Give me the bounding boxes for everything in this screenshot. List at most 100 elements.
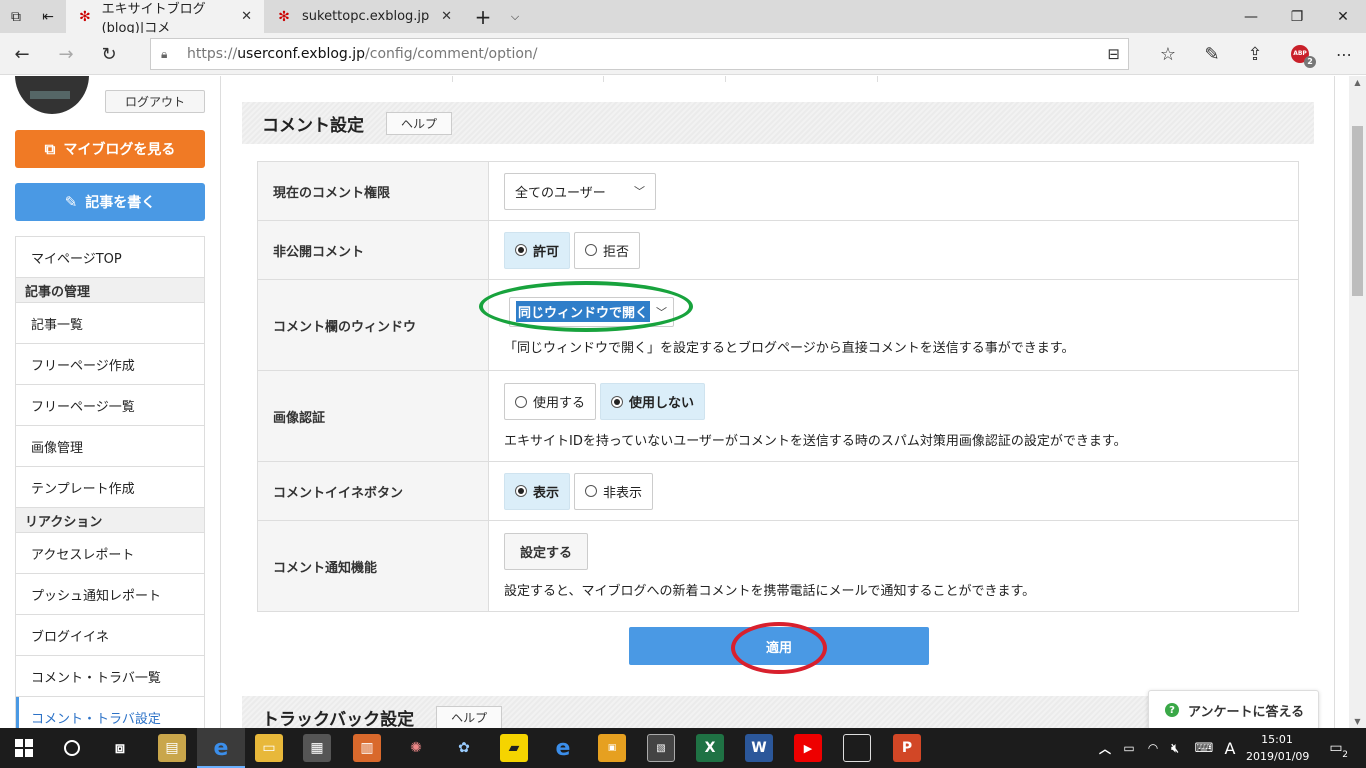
sidebar-item[interactable]: マイページTOP bbox=[16, 237, 204, 278]
search-icon[interactable] bbox=[58, 734, 86, 762]
tab-title: エキサイトブログ (blog)|コメ bbox=[101, 1, 206, 36]
window-icon[interactable] bbox=[843, 734, 871, 762]
scrollbar-thumb[interactable] bbox=[1352, 126, 1363, 296]
forward-icon[interactable]: → bbox=[50, 38, 82, 70]
row-label: 現在のコメント権限 bbox=[258, 162, 489, 220]
sidebar-menu: マイページTOP 記事の管理 記事一覧 フリーページ作成 フリーページ一覧 画像管理 テンプ… bbox=[15, 236, 205, 728]
back-icon[interactable]: ← bbox=[6, 38, 38, 70]
reading-view-icon[interactable]: ⊟ bbox=[1107, 45, 1120, 63]
tabs-aside-icon[interactable]: ⇤ bbox=[32, 0, 64, 33]
file-explorer-icon[interactable]: ▭ bbox=[255, 734, 283, 762]
store-icon[interactable]: ▦ bbox=[303, 734, 331, 762]
app-icon[interactable]: ▧ bbox=[647, 734, 675, 762]
select-value: 全てのユーザー bbox=[515, 185, 606, 201]
radio-label: 拒否 bbox=[603, 244, 630, 260]
tray-chevron-up-icon[interactable]: ︿ bbox=[1096, 734, 1114, 762]
page-scrollbar[interactable]: ▲ ▼ bbox=[1349, 76, 1366, 728]
close-tab-icon[interactable]: ✕ bbox=[241, 9, 252, 24]
powerpoint-icon[interactable]: P bbox=[893, 734, 921, 762]
comment-settings-header: コメント設定 ヘルプ bbox=[242, 102, 1314, 144]
refresh-icon[interactable]: ↻ bbox=[93, 38, 125, 70]
row-label: コメント通知機能 bbox=[258, 521, 489, 611]
minimize-icon[interactable]: — bbox=[1228, 0, 1274, 33]
row-comment-notification: コメント通知機能 設定する 設定すると、マイブログへの新着コメントを携帯電話にメ… bbox=[258, 521, 1298, 611]
edge-browser-icon[interactable]: e bbox=[207, 734, 235, 762]
battery-icon[interactable]: ▭ bbox=[1120, 734, 1138, 762]
sticky-notes-icon[interactable]: ▰ bbox=[500, 734, 528, 762]
notification-hint: 設定すると、マイブログへの新着コメントを携帯電話にメールで通知することができます… bbox=[504, 584, 1036, 599]
sidebar-item[interactable]: コメント・トラバ一覧 bbox=[16, 656, 204, 697]
sidebar-item[interactable]: フリーページ作成 bbox=[16, 344, 204, 385]
sidebar-item[interactable]: ブログイイネ bbox=[16, 615, 204, 656]
private-comment-radio-group: 許可 拒否 bbox=[504, 231, 1283, 269]
sidebar-item[interactable]: プッシュ通知レポート bbox=[16, 574, 204, 615]
wifi-icon[interactable]: ◠ bbox=[1144, 734, 1162, 762]
row-label: 非公開コメント bbox=[258, 221, 489, 279]
pen-icon[interactable]: ✎ bbox=[1196, 38, 1228, 70]
sidebar-item[interactable]: 記事一覧 bbox=[16, 303, 204, 344]
sidebar-item[interactable]: フリーページ一覧 bbox=[16, 385, 204, 426]
address-bar[interactable]: 🔒︎ https://userconf.exblog.jp/config/com… bbox=[150, 38, 1129, 70]
logout-button[interactable]: ログアウト bbox=[105, 90, 205, 113]
keyboard-icon[interactable]: ⌨ bbox=[1192, 734, 1216, 762]
app-icon[interactable]: ▤ bbox=[158, 734, 186, 762]
tab-preview-icon[interactable]: ⧉ bbox=[0, 0, 32, 33]
more-menu-icon[interactable]: ⋯ bbox=[1328, 38, 1360, 70]
adblock-icon[interactable]: ABP 2 bbox=[1284, 38, 1316, 70]
favorites-icon[interactable]: ☆ bbox=[1152, 38, 1184, 70]
radio-use[interactable]: 使用する bbox=[504, 383, 597, 420]
row-image-captcha: 画像認証 使用する 使用しない エキサイトIDを持っていないユーザーがコメントを… bbox=[258, 371, 1298, 462]
tab-sukettopc[interactable]: ✻ sukettopc.exblog.jp ✕ bbox=[264, 0, 464, 33]
sidebar-item[interactable]: テンプレート作成 bbox=[16, 467, 204, 508]
app-icon[interactable]: ▥ bbox=[353, 734, 381, 762]
sidebar-item[interactable]: アクセスレポート bbox=[16, 533, 204, 574]
radio-dot-icon bbox=[611, 395, 624, 408]
task-view-icon[interactable]: ⧈ bbox=[106, 734, 134, 762]
app-icon[interactable]: ▣ bbox=[598, 734, 626, 762]
youtube-icon[interactable]: ▶ bbox=[794, 734, 822, 762]
lock-icon: 🔒︎ bbox=[161, 46, 168, 61]
notification-center-icon[interactable]: ▭ 2 bbox=[1322, 734, 1350, 762]
internet-explorer-icon[interactable]: e bbox=[549, 734, 577, 762]
radio-allow[interactable]: 許可 bbox=[504, 231, 571, 269]
new-tab-icon[interactable]: + bbox=[466, 0, 500, 33]
paint-icon[interactable]: ✺ bbox=[402, 734, 430, 762]
paint-3d-icon[interactable]: ✿ bbox=[450, 734, 478, 762]
notification-settings-button[interactable]: 設定する bbox=[504, 533, 589, 570]
help-button[interactable]: ヘルプ bbox=[436, 705, 503, 728]
external-link-icon: ⧉ bbox=[44, 140, 56, 158]
scroll-down-icon[interactable]: ▼ bbox=[1349, 717, 1366, 726]
restore-icon[interactable]: ❐ bbox=[1274, 0, 1320, 33]
radio-hide[interactable]: 非表示 bbox=[574, 472, 654, 510]
windows-start-icon[interactable] bbox=[10, 734, 38, 762]
tab-stub bbox=[221, 76, 453, 82]
sidebar-item[interactable]: 画像管理 bbox=[16, 426, 204, 467]
tab-exblog-settings[interactable]: ✻ エキサイトブログ (blog)|コメ ✕ bbox=[66, 0, 264, 36]
excel-icon[interactable]: X bbox=[696, 734, 724, 762]
sidebar-item[interactable]: コメント・トラバ設定 bbox=[16, 697, 204, 728]
close-window-icon[interactable]: ✕ bbox=[1320, 0, 1366, 33]
clock[interactable]: 15:01 2019/01/09 bbox=[1246, 731, 1309, 765]
comment-window-select[interactable]: 同じウィンドウで開く ﹀ bbox=[509, 296, 674, 327]
word-icon[interactable]: W bbox=[745, 734, 773, 762]
scroll-up-icon[interactable]: ▲ bbox=[1349, 78, 1366, 87]
survey-button[interactable]: ? アンケートに答える bbox=[1148, 690, 1319, 728]
row-label: コメント欄のウィンドウ bbox=[258, 280, 489, 370]
radio-label: 表示 bbox=[533, 485, 560, 501]
ime-indicator[interactable]: A bbox=[1220, 734, 1240, 762]
section-title: コメント設定 bbox=[262, 115, 364, 136]
close-tab-icon[interactable]: ✕ bbox=[441, 9, 452, 24]
mute-icon[interactable]: 🔇︎ bbox=[1166, 734, 1184, 762]
share-icon[interactable]: ⇪ bbox=[1239, 38, 1271, 70]
radio-show[interactable]: 表示 bbox=[504, 472, 571, 510]
apply-button[interactable]: 適用 bbox=[629, 627, 929, 665]
view-my-blog-button[interactable]: ⧉ マイブログを見る bbox=[15, 130, 205, 168]
radio-deny[interactable]: 拒否 bbox=[574, 231, 641, 269]
write-post-button[interactable]: ✎ 記事を書く bbox=[15, 183, 205, 221]
row-label: コメントイイネボタン bbox=[258, 462, 489, 520]
comment-permission-select[interactable]: 全てのユーザー ﹀ bbox=[504, 172, 656, 210]
radio-not-use[interactable]: 使用しない bbox=[600, 383, 706, 420]
help-button[interactable]: ヘルプ bbox=[386, 111, 453, 135]
tab-list-chevron-icon[interactable]: ⌵ bbox=[500, 0, 530, 33]
row-value: 許可 拒否 bbox=[489, 221, 1298, 279]
